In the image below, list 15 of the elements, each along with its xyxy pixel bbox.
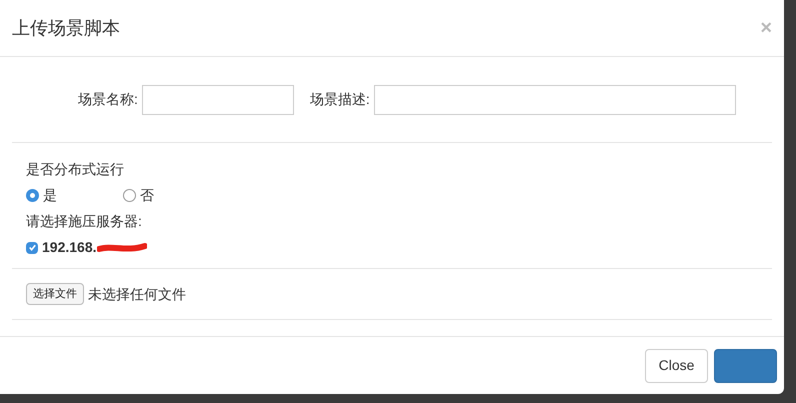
section-label: 是否分布式运行 [26,160,125,179]
default-button[interactable]: Close [645,348,708,382]
checkbox[interactable] [26,242,38,254]
modal-title: 上传场景脚本 [12,16,120,40]
radio-option[interactable]: 是 [26,185,57,206]
choose-file-button[interactable]: 选择文件 [26,282,84,306]
field-label: 场景描述: [310,90,370,109]
file-status: 未选择任何文件 [88,284,186,304]
text-field[interactable] [142,84,294,114]
section-label: 请选择施压服务器: [26,212,143,231]
server-address: 192.168. [42,238,96,257]
text-field[interactable] [374,84,736,114]
primary-button[interactable] [714,348,777,382]
field-label: 场景名称: [78,90,138,109]
radio-option[interactable]: 否 [123,185,154,206]
